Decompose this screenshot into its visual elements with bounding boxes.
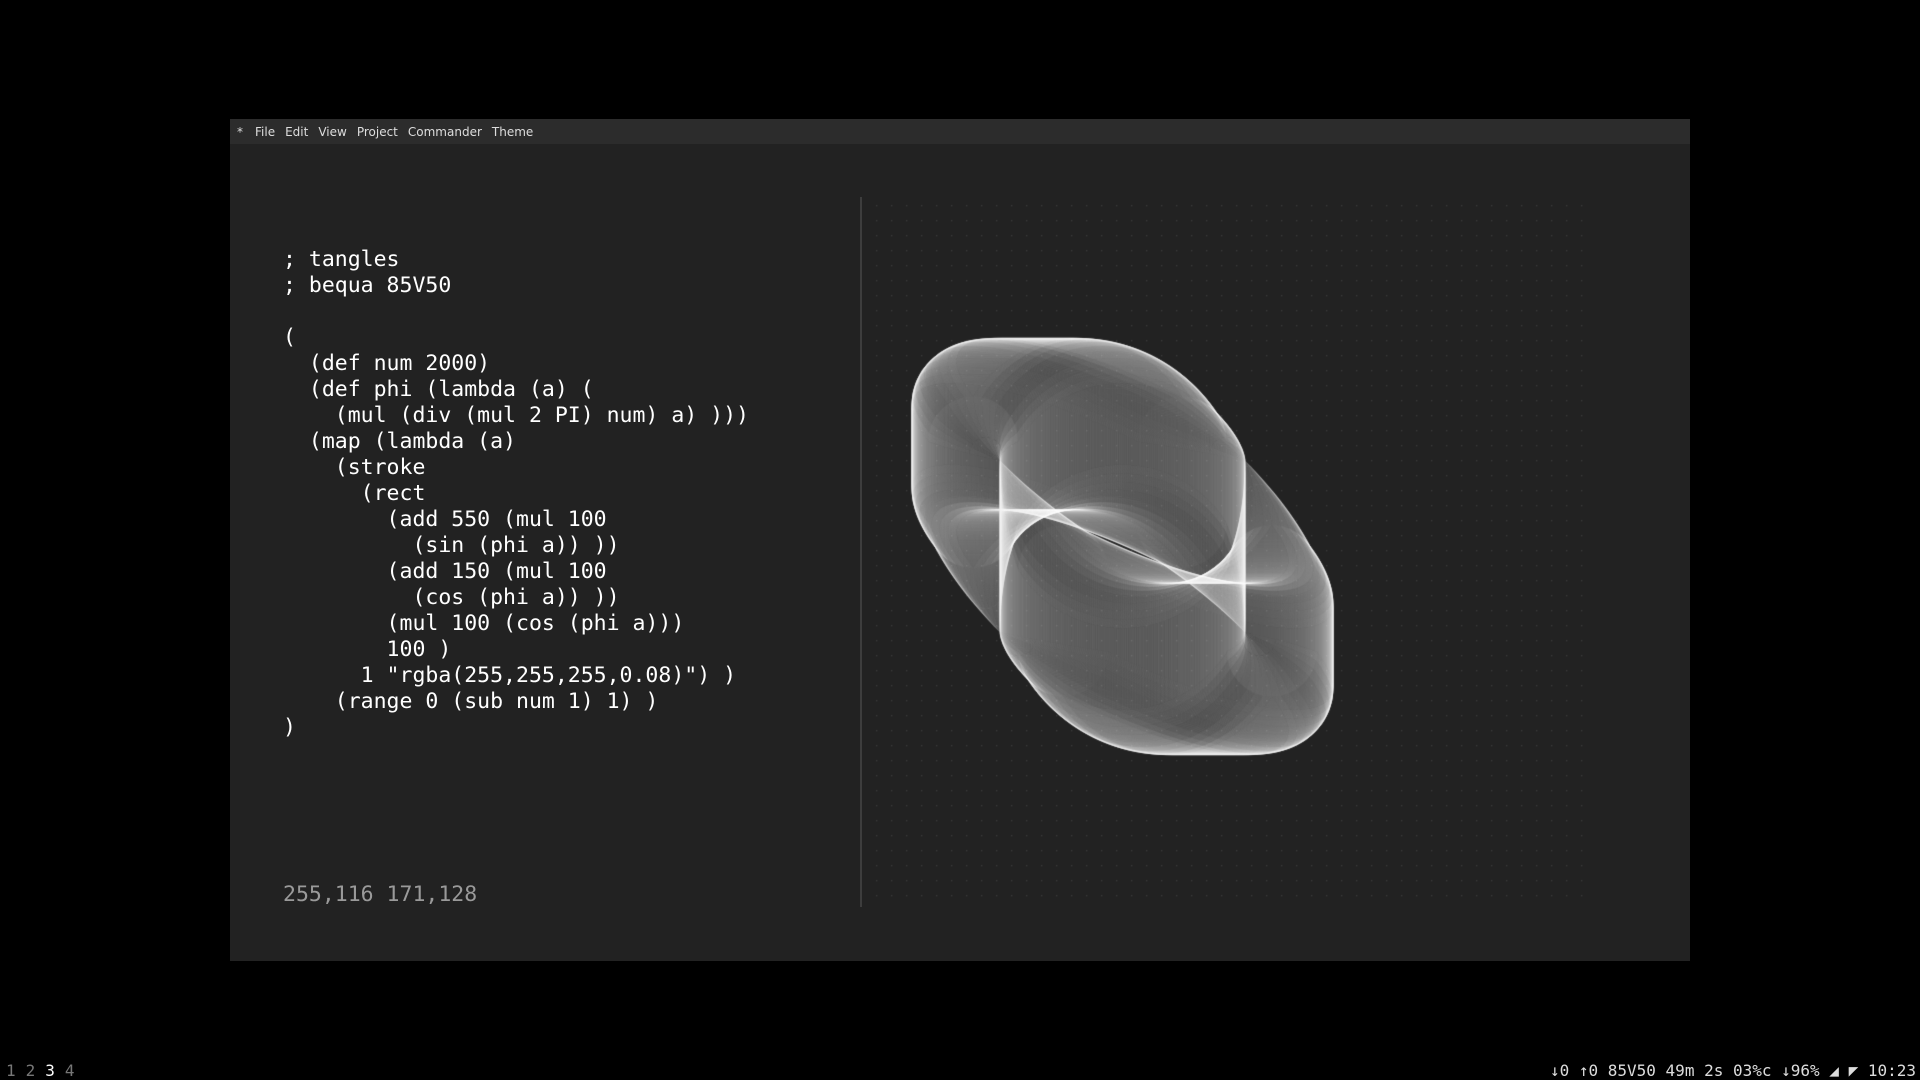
workspace-2[interactable]: 2 [26,1061,46,1080]
system-status: ↓0 ↑0 85V50 49m 2s 03%c ↓96% ◢ ◤ 10:23 [1549,1061,1916,1080]
menu-file[interactable]: File [250,125,280,139]
menu-star-indicator[interactable]: * [230,125,250,139]
workspace-switcher: 1 2 3 4 [6,1061,85,1080]
workspace-1[interactable]: 1 [6,1061,26,1080]
code-editor[interactable]: ; tangles ; bequa 85V50 ( (def num 2000)… [283,247,843,741]
menu-bar: * File Edit View Project Commander Theme [230,119,1690,144]
pane-divider[interactable] [860,197,862,907]
workspace-4[interactable]: 4 [65,1061,85,1080]
menu-commander[interactable]: Commander [403,125,487,139]
menu-theme[interactable]: Theme [487,125,538,139]
menu-edit[interactable]: Edit [280,125,313,139]
cursor-readout: 255,116 171,128 [283,882,478,907]
workspace-3[interactable]: 3 [45,1061,65,1080]
render-canvas[interactable] [864,197,1634,907]
menu-view[interactable]: View [313,125,351,139]
menu-project[interactable]: Project [352,125,403,139]
app-window: * File Edit View Project Commander Theme… [230,119,1690,961]
